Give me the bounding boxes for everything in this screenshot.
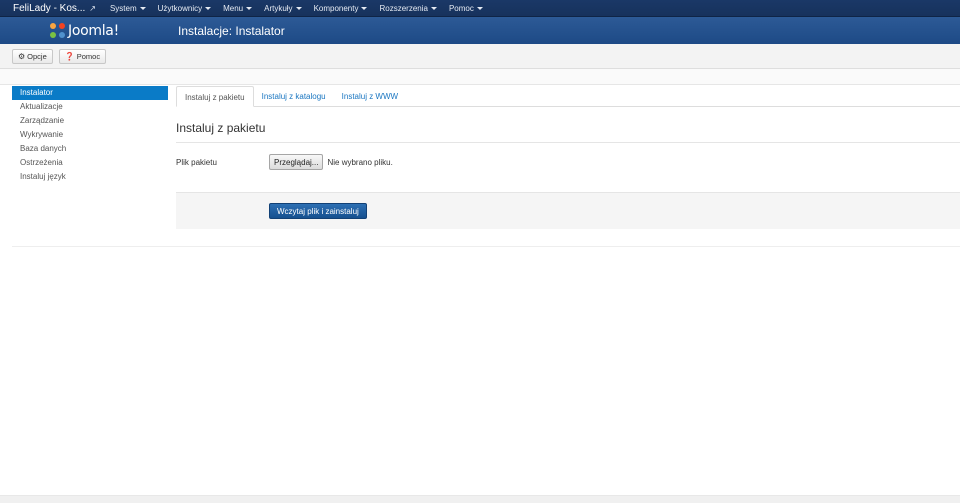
content-divider xyxy=(12,246,960,247)
caret-down-icon xyxy=(430,6,437,10)
menu-help[interactable]: Pomoc xyxy=(443,0,489,17)
menu-articles[interactable]: Artykuły xyxy=(258,0,307,17)
caret-down-icon xyxy=(205,6,212,10)
site-link[interactable]: FeliLady - Kos... ↗ xyxy=(0,0,104,17)
section-title: Instaluj z pakietu xyxy=(176,121,960,143)
sidebar-item-manage[interactable]: Zarządzanie xyxy=(12,114,168,128)
upload-install-button[interactable]: Wczytaj plik i zainstaluj xyxy=(269,203,367,219)
caret-down-icon xyxy=(361,6,368,10)
sidebar-item-database[interactable]: Baza danych xyxy=(12,142,168,156)
question-icon: ❓ xyxy=(64,51,75,61)
page-title: Instalacje: Instalator xyxy=(178,23,285,38)
tab-install-url[interactable]: Instaluj z WWW xyxy=(334,86,406,107)
tab-bar: Instaluj z pakietu Instaluj z katalogu I… xyxy=(176,86,960,107)
menu-users[interactable]: Użytkownicy xyxy=(152,0,217,17)
menu-components[interactable]: Komponenty xyxy=(308,0,374,17)
header-bar: Joomla! Instalacje: Instalator xyxy=(0,17,960,44)
sidebar-item-warnings[interactable]: Ostrzeżenia xyxy=(12,156,168,170)
toolbar: ⚙ Opcje ❓ Pomoc xyxy=(0,44,960,69)
file-status: Nie wybrano pliku. xyxy=(327,157,393,167)
caret-down-icon xyxy=(476,6,483,10)
sidebar-item-installer[interactable]: Instalator xyxy=(12,86,168,100)
browse-button[interactable]: Przeglądaj... xyxy=(269,154,324,170)
subhead-spacer xyxy=(0,69,960,85)
caret-down-icon xyxy=(295,6,302,10)
top-navbar: FeliLady - Kos... ↗ System Użytkownicy M… xyxy=(0,0,960,17)
site-name: FeliLady - Kos... xyxy=(13,2,86,14)
form-actions: Wczytaj plik i zainstaluj xyxy=(176,192,960,229)
options-button[interactable]: ⚙ Opcje xyxy=(12,48,53,64)
sidebar: Instalator Aktualizacje Zarządzanie Wykr… xyxy=(12,86,168,184)
sidebar-item-updates[interactable]: Aktualizacje xyxy=(12,100,168,114)
joomla-logo[interactable]: Joomla! xyxy=(0,22,178,39)
caret-down-icon xyxy=(246,6,253,10)
tab-install-package[interactable]: Instaluj z pakietu xyxy=(176,86,254,107)
tab-install-directory[interactable]: Instaluj z katalogu xyxy=(254,86,334,107)
logo-text: Joomla! xyxy=(68,22,119,39)
file-label: Plik pakietu xyxy=(176,157,217,167)
file-form-row: Plik pakietu Przeglądaj... Nie wybrano p… xyxy=(176,143,960,192)
menu-system[interactable]: System xyxy=(104,0,152,17)
gear-icon: ⚙ xyxy=(18,51,26,61)
menu-extensions[interactable]: Rozszerzenia xyxy=(373,0,442,17)
main-area: Instalator Aktualizacje Zarządzanie Wykr… xyxy=(0,86,960,247)
caret-down-icon xyxy=(139,6,146,10)
sidebar-item-discover[interactable]: Wykrywanie xyxy=(12,128,168,142)
content-panel: Instaluj z pakietu Instaluj z katalogu I… xyxy=(176,86,960,229)
menu-menu[interactable]: Menu xyxy=(217,0,258,17)
sidebar-item-install-language[interactable]: Instaluj język xyxy=(12,170,168,184)
external-link-icon: ↗ xyxy=(89,3,96,13)
joomla-logo-icon xyxy=(50,22,66,39)
file-input[interactable]: Przeglądaj... Nie wybrano pliku. xyxy=(269,154,393,170)
footer-strip xyxy=(0,495,960,503)
help-button[interactable]: ❓ Pomoc xyxy=(58,48,107,64)
